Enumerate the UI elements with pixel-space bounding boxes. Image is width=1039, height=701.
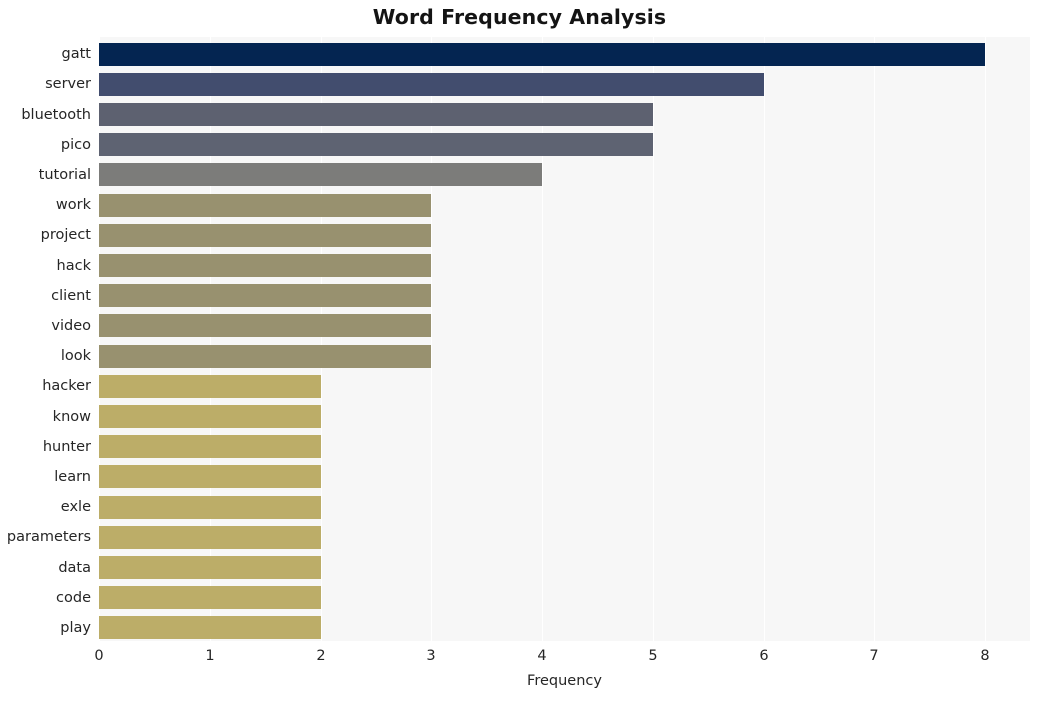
y-tick-label: work [55,197,91,214]
bar-row [99,556,1030,579]
x-tick-label: 6 [759,648,769,664]
bar-know[interactable] [99,405,321,428]
y-tick-label: server [45,76,91,93]
plot-area [99,37,1030,641]
page-title: Word Frequency Analysis [372,5,667,29]
y-tick-label: exle [60,499,91,516]
x-tick-label: 4 [537,648,547,664]
gridline [764,37,765,641]
x-tick-label: 7 [869,648,879,664]
gridline [653,37,654,641]
bar-row [99,314,1030,338]
bar-tutorial[interactable] [99,163,542,187]
bar-data[interactable] [99,556,321,579]
y-tick-label: look [60,348,91,365]
bar-row [99,495,1030,519]
y-tick-label: video [51,317,91,334]
bar-exle[interactable] [99,495,321,519]
bar-row [99,42,1030,66]
y-tick-label: data [58,559,91,576]
x-tick-label: 3 [426,648,436,664]
y-tick-label: hunter [42,438,91,455]
x-tick-label: 5 [648,648,658,664]
bar-row [99,133,1030,157]
bar-play[interactable] [99,616,321,640]
bar-hacker[interactable] [99,374,321,398]
bar-row [99,586,1030,610]
gridline [985,37,986,641]
bar-row [99,193,1030,217]
bar-row [99,254,1030,277]
bar-video[interactable] [99,314,431,338]
y-tick-label: pico [60,136,91,153]
bar-row [99,525,1030,549]
bar-bluetooth[interactable] [99,103,653,126]
bar-row [99,103,1030,126]
bar-row [99,344,1030,368]
bar-row [99,405,1030,428]
bar-row [99,72,1030,96]
gridline [874,37,875,641]
y-tick-label: tutorial [38,166,91,183]
gridline [210,37,211,641]
x-axis-tick-labels: 0 1 2 3 4 5 6 7 8 [0,648,1039,670]
y-tick-label: client [51,287,91,304]
bar-client[interactable] [99,284,431,308]
bar-learn[interactable] [99,465,321,489]
gridline [542,37,543,641]
bar-parameters[interactable] [99,525,321,549]
x-tick-label: 8 [980,648,990,664]
bar-pico[interactable] [99,133,653,157]
x-axis-title: Frequency [527,673,602,689]
bar-row [99,465,1030,489]
bar-row [99,435,1030,459]
bar-work[interactable] [99,193,431,217]
bar-hunter[interactable] [99,435,321,459]
y-tick-label: parameters [6,529,91,546]
x-tick-label: 0 [94,648,104,664]
y-tick-label: hacker [42,378,91,395]
y-tick-label: learn [54,468,91,485]
bar-server[interactable] [99,72,764,96]
y-tick-label: play [60,619,91,636]
y-tick-label: code [56,589,91,606]
gridline [99,37,100,641]
y-tick-label: know [52,408,91,425]
bar-hack[interactable] [99,254,431,277]
bar-gatt[interactable] [99,42,985,66]
bar-row [99,223,1030,247]
bar-row [99,616,1030,640]
y-tick-label: bluetooth [21,106,91,123]
bar-code[interactable] [99,586,321,610]
gridline [321,37,322,641]
y-axis-tick-labels: gatt server bluetooth pico tutorial work proje… [0,37,91,641]
x-tick-label: 2 [316,648,326,664]
gridline [431,37,432,641]
bar-row [99,284,1030,308]
bar-row [99,163,1030,187]
chart-figure: Word Frequency Analysis gatt server blueto… [0,0,1039,701]
y-tick-label: project [40,227,91,244]
y-tick-label: gatt [61,46,91,63]
bar-project[interactable] [99,223,431,247]
bar-look[interactable] [99,344,431,368]
y-tick-label: hack [56,257,91,274]
x-tick-label: 1 [205,648,215,664]
bar-row [99,374,1030,398]
